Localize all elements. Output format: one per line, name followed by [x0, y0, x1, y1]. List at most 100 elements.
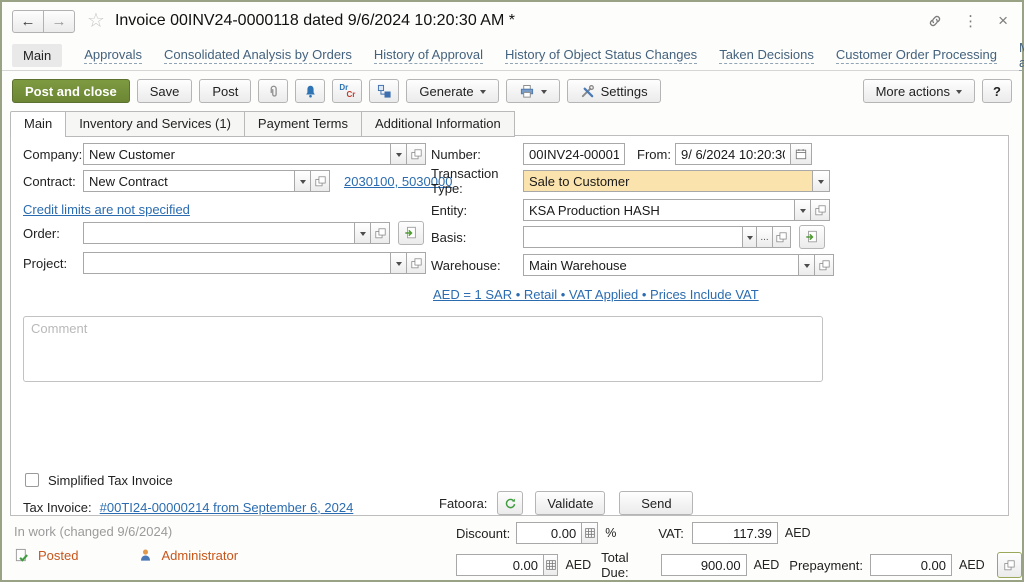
contract-open-button[interactable]	[310, 170, 330, 192]
settings-button[interactable]: Settings	[567, 79, 661, 103]
pricing-terms-link[interactable]: AED = 1 SAR • Retail • VAT Applied • Pri…	[433, 287, 759, 302]
generate-button[interactable]: Generate	[406, 79, 498, 103]
number-input[interactable]	[523, 143, 625, 165]
chevron-down-icon	[541, 90, 547, 97]
company-input[interactable]	[83, 143, 391, 165]
company-dropdown-button[interactable]	[390, 143, 407, 165]
menu-item-main[interactable]: Main	[12, 44, 62, 67]
company-open-button[interactable]	[406, 143, 426, 165]
basis-dropdown-button[interactable]	[742, 226, 757, 248]
order-dropdown-button[interactable]	[354, 222, 371, 244]
back-button[interactable]: ←	[12, 10, 44, 33]
payments-open-button[interactable]	[997, 552, 1022, 578]
transaction-type-dropdown-button[interactable]	[812, 170, 830, 192]
prepayment-input[interactable]	[870, 554, 952, 576]
menu-item-history-of-approval[interactable]: History of Approval	[374, 47, 483, 64]
menu-item-approvals[interactable]: Approvals	[84, 47, 142, 64]
entity-label: Entity:	[431, 203, 523, 218]
entity-dropdown-button[interactable]	[794, 199, 811, 221]
help-button[interactable]: ?	[982, 79, 1012, 103]
entity-input[interactable]	[523, 199, 795, 221]
project-input[interactable]	[83, 252, 391, 274]
contract-label: Contract:	[23, 174, 83, 189]
basis-choose-button[interactable]: ...	[756, 226, 773, 248]
credit-limits-link[interactable]: Credit limits are not specified	[23, 202, 190, 217]
menu-item-customer-order-processing[interactable]: Customer Order Processing	[836, 47, 997, 64]
company-row: Company:	[23, 143, 426, 165]
contract-input[interactable]	[83, 170, 295, 192]
from-date-input[interactable]	[675, 143, 791, 165]
posted-status-link[interactable]: Posted	[38, 548, 78, 563]
more-menu-icon[interactable]: ⋮	[963, 12, 978, 30]
total-due-input[interactable]	[661, 554, 747, 576]
number-label: Number:	[431, 147, 523, 162]
entity-open-button[interactable]	[810, 199, 830, 221]
basis-input[interactable]	[523, 226, 743, 248]
main-tab-panel: Company: Contract: 2030100, 5030000 Cred…	[10, 135, 1009, 516]
menu-item-taken-decisions[interactable]: Taken Decisions	[719, 47, 814, 64]
from-label: From:	[637, 147, 675, 162]
chevron-down-icon	[956, 90, 962, 97]
basis-create-based-on-button[interactable]	[799, 225, 825, 249]
basis-open-button[interactable]	[772, 226, 791, 248]
simplified-tax-checkbox[interactable]	[25, 473, 39, 487]
responsible-user-link[interactable]: Administrator	[161, 548, 238, 563]
action-toolbar: Post and close Save Post DrCr Generate	[2, 76, 1022, 106]
order-create-based-on-button[interactable]	[398, 221, 424, 245]
from-calendar-button[interactable]	[790, 143, 812, 165]
order-label: Order:	[23, 226, 83, 241]
simplified-tax-row: Simplified Tax Invoice	[25, 469, 173, 491]
window-title: Invoice 00INV24-0000118 dated 9/6/2024 1…	[115, 12, 515, 30]
reminder-button[interactable]	[295, 79, 325, 103]
fatoora-send-button[interactable]: Send	[619, 491, 693, 515]
fatoora-row: Fatoora: Validate Send	[439, 492, 693, 514]
post-button[interactable]: Post	[199, 79, 251, 103]
related-documents-button[interactable]	[369, 79, 399, 103]
close-icon[interactable]: ×	[998, 11, 1008, 31]
basis-label: Basis:	[431, 230, 523, 245]
order-open-button[interactable]	[370, 222, 390, 244]
warehouse-input[interactable]	[523, 254, 799, 276]
vat-currency: AED	[785, 526, 811, 540]
discount-calculator-button[interactable]	[581, 522, 598, 544]
forward-button[interactable]: →	[43, 10, 75, 33]
fatoora-refresh-button[interactable]	[497, 491, 523, 515]
tab-payment-terms[interactable]: Payment Terms	[245, 111, 362, 137]
tab-main[interactable]: Main	[10, 111, 66, 137]
tab-inventory-and-services[interactable]: Inventory and Services (1)	[66, 111, 245, 137]
discount-amount-currency: AED	[565, 558, 591, 572]
invoice-window: ← → ☆ Invoice 00INV24-0000118 dated 9/6/…	[0, 0, 1024, 582]
vat-input[interactable]	[692, 522, 778, 544]
discount-amount-input[interactable]	[456, 554, 544, 576]
order-input[interactable]	[83, 222, 355, 244]
chevron-down-icon	[300, 180, 306, 187]
discount-amount-calculator-button[interactable]	[543, 554, 558, 576]
save-button[interactable]: Save	[137, 79, 193, 103]
open-item-icon	[315, 176, 326, 187]
settings-label: Settings	[601, 84, 648, 99]
discount-percent-input[interactable]	[516, 522, 582, 544]
dr-cr-postings-button[interactable]: DrCr	[332, 79, 362, 103]
open-item-icon	[411, 149, 422, 160]
attachments-button[interactable]	[258, 79, 288, 103]
create-document-icon	[404, 226, 418, 240]
get-link-icon[interactable]	[927, 13, 943, 29]
project-dropdown-button[interactable]	[390, 252, 407, 274]
comment-textarea[interactable]	[23, 316, 823, 382]
warehouse-dropdown-button[interactable]	[798, 254, 815, 276]
post-and-close-button[interactable]: Post and close	[12, 79, 130, 103]
menu-item-history-object-status[interactable]: History of Object Status Changes	[505, 47, 697, 64]
tax-invoice-link[interactable]: #00TI24-00000214 from September 6, 2024	[100, 500, 354, 515]
warehouse-open-button[interactable]	[814, 254, 834, 276]
print-button[interactable]	[506, 79, 560, 103]
fatoora-validate-button[interactable]: Validate	[535, 491, 605, 515]
contract-dropdown-button[interactable]	[294, 170, 311, 192]
project-open-button[interactable]	[406, 252, 426, 274]
transaction-type-input[interactable]	[523, 170, 813, 192]
tab-additional-information[interactable]: Additional Information	[362, 111, 515, 137]
menu-item-consolidated-analysis[interactable]: Consolidated Analysis by Orders	[164, 47, 352, 64]
more-actions-button[interactable]: More actions	[863, 79, 975, 103]
menu-more-actions[interactable]: More actions...	[1019, 40, 1024, 71]
favorite-star-icon[interactable]: ☆	[87, 11, 105, 31]
chevron-down-icon	[480, 90, 486, 97]
